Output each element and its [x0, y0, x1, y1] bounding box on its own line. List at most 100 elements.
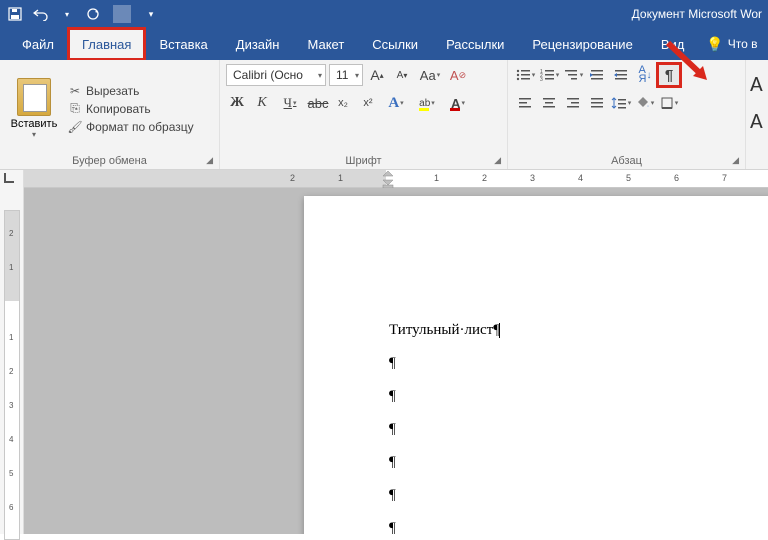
document-area: 2 1 1 2 3 4 5 6 2 1 1 2 3 4 5 6 7 8 [0, 170, 768, 534]
font-name-value: Calibri (Осно [233, 68, 303, 82]
qat-customize-icon[interactable]: ▾ [142, 5, 160, 23]
font-name-combo[interactable]: Calibri (Осно ▾ [226, 64, 326, 86]
borders-button[interactable]: ▾ [658, 92, 680, 114]
pilcrow-mark: ¶ [389, 446, 500, 479]
highlight-button[interactable]: ab▾ [413, 92, 441, 114]
align-right-button[interactable] [562, 92, 584, 114]
subscript-button[interactable]: x₂ [332, 92, 354, 114]
group-clipboard: Вставить ▾ ✂ Вырезать ⎘ Копировать 🖌 Фор… [0, 60, 220, 169]
justify-button[interactable] [586, 92, 608, 114]
tab-mailings[interactable]: Рассылки [432, 28, 518, 60]
style-sample[interactable]: А [750, 70, 762, 97]
tab-view[interactable]: Вид [647, 28, 699, 60]
format-painter-button[interactable]: 🖌 Формат по образцу [68, 120, 194, 134]
strikethrough-button[interactable]: abc [307, 92, 329, 114]
grow-font-button[interactable]: A▴ [366, 64, 388, 86]
cut-label: Вырезать [86, 84, 139, 98]
pilcrow-mark: ¶ [389, 380, 500, 413]
page-content[interactable]: Титульный·лист¶ ¶ ¶ ¶ ¶ ¶ ¶ [389, 314, 500, 534]
format-painter-label: Формат по образцу [86, 120, 194, 134]
paste-button[interactable]: Вставить ▾ [6, 64, 62, 153]
indent-marker-icon[interactable] [382, 170, 394, 188]
clipboard-group-label: Буфер обмена ◢ [6, 153, 213, 167]
pilcrow-mark: ¶ [389, 479, 500, 512]
qat-separator [113, 5, 131, 23]
style-sample[interactable]: А [750, 107, 762, 134]
brush-icon: 🖌 [68, 120, 82, 134]
paragraph-dialog-launcher-icon[interactable]: ◢ [732, 155, 739, 166]
shrink-font-button[interactable]: A▾ [391, 64, 413, 86]
tell-me-search[interactable]: 💡 Что в [698, 28, 765, 60]
shading-button[interactable]: ▾ [634, 92, 656, 114]
decrease-indent-button[interactable] [586, 64, 608, 86]
tab-references[interactable]: Ссылки [358, 28, 432, 60]
save-icon[interactable] [6, 5, 24, 23]
numbering-button[interactable]: 123▾ [538, 64, 560, 86]
group-paragraph: ▾ 123▾ ▾ A Я↓ ¶ ▾ ▾ ▾ Абзац ◢ [508, 60, 746, 169]
bold-button[interactable]: Ж [226, 92, 248, 114]
cut-button[interactable]: ✂ Вырезать [68, 84, 194, 98]
tab-design[interactable]: Дизайн [222, 28, 294, 60]
font-size-combo[interactable]: 11 ▾ [329, 64, 363, 86]
paste-label: Вставить [11, 118, 58, 130]
show-hide-pilcrow-button[interactable]: ¶ [658, 64, 680, 86]
superscript-button[interactable]: x² [357, 92, 379, 114]
title-bar: ▾ ▾ Документ Microsoft Wor [0, 0, 768, 28]
tab-file[interactable]: Файл [8, 28, 68, 60]
text-effects-button[interactable]: A▾ [382, 92, 410, 114]
underline-button[interactable]: Ч▾ [276, 92, 304, 114]
document-main: 2 1 1 2 3 4 5 6 7 8 Титульный·лист¶ ¶ ¶ … [24, 170, 768, 534]
copy-button[interactable]: ⎘ Копировать [68, 102, 194, 116]
font-color-button[interactable]: A▾ [444, 92, 472, 114]
change-case-button[interactable]: Aa▾ [416, 64, 444, 86]
chevron-down-icon: ▾ [318, 71, 322, 80]
clipboard-dialog-launcher-icon[interactable]: ◢ [206, 155, 213, 166]
vertical-ruler[interactable]: 2 1 1 2 3 4 5 6 [4, 210, 20, 540]
copy-label: Копировать [86, 102, 151, 116]
line-spacing-button[interactable]: ▾ [610, 92, 632, 114]
font-group-label: Шрифт ◢ [226, 153, 501, 167]
undo-dropdown-icon[interactable]: ▾ [58, 5, 76, 23]
horizontal-ruler[interactable]: 2 1 1 2 3 4 5 6 7 8 [24, 170, 768, 188]
italic-button[interactable]: К [251, 92, 273, 114]
bulb-icon: 💡 [706, 36, 723, 53]
increase-indent-button[interactable] [610, 64, 632, 86]
quick-access-toolbar: ▾ ▾ [6, 5, 160, 23]
bullets-button[interactable]: ▾ [514, 64, 536, 86]
tab-home[interactable]: Главная [68, 28, 145, 60]
ribbon: Вставить ▾ ✂ Вырезать ⎘ Копировать 🖌 Фор… [0, 60, 768, 170]
ribbon-tabs: Файл Главная Вставка Дизайн Макет Ссылки… [0, 28, 768, 60]
tab-review[interactable]: Рецензирование [518, 28, 646, 60]
tab-layout[interactable]: Макет [293, 28, 358, 60]
redo-icon[interactable] [84, 5, 102, 23]
font-size-value: 11 [336, 68, 348, 82]
document-title: Документ Microsoft Wor [632, 7, 762, 21]
pilcrow-mark: ¶ [389, 413, 500, 446]
scissors-icon: ✂ [68, 84, 82, 98]
tab-insert[interactable]: Вставка [145, 28, 221, 60]
document-text: Титульный·лист [389, 322, 493, 338]
font-dialog-launcher-icon[interactable]: ◢ [494, 155, 501, 166]
page-background: Титульный·лист¶ ¶ ¶ ¶ ¶ ¶ ¶ [24, 188, 768, 534]
paste-icon [17, 78, 51, 116]
align-center-button[interactable] [538, 92, 560, 114]
pilcrow-mark: ¶ [389, 512, 500, 534]
vertical-ruler-gutter: 2 1 1 2 3 4 5 6 [0, 170, 24, 534]
paragraph-group-label: Абзац ◢ [514, 153, 739, 167]
pilcrow-mark: ¶ [389, 347, 500, 380]
group-styles: А А [746, 60, 768, 169]
multilevel-list-button[interactable]: ▾ [562, 64, 584, 86]
text-cursor [499, 323, 500, 338]
align-left-button[interactable] [514, 92, 536, 114]
copy-icon: ⎘ [68, 102, 82, 116]
page[interactable]: Титульный·лист¶ ¶ ¶ ¶ ¶ ¶ ¶ [304, 196, 768, 534]
paste-dropdown-icon[interactable]: ▾ [32, 130, 36, 139]
chevron-down-icon: ▾ [355, 71, 359, 80]
tab-selector-icon[interactable] [4, 173, 14, 183]
sort-button[interactable]: A Я↓ [634, 64, 656, 86]
svg-text:3: 3 [540, 77, 543, 82]
undo-icon[interactable] [32, 5, 50, 23]
clear-formatting-button[interactable]: A⊘ [447, 64, 469, 86]
tell-me-label: Что в [728, 37, 758, 51]
group-font: Calibri (Осно ▾ 11 ▾ A▴ A▾ Aa▾ A⊘ Ж К Ч▾… [220, 60, 508, 169]
